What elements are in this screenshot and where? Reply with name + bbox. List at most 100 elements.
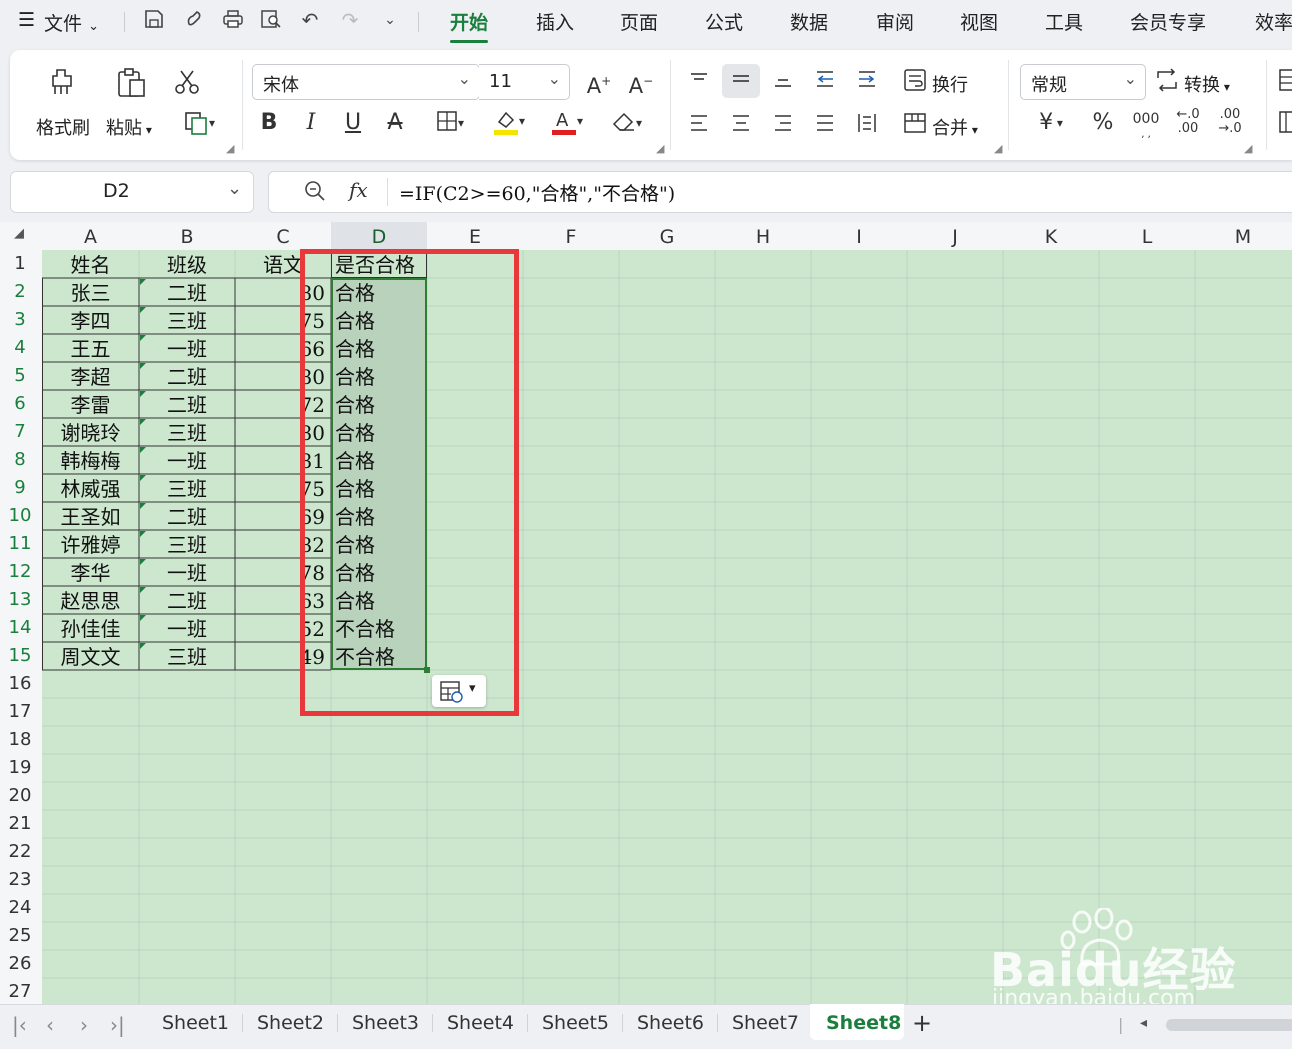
percent-icon[interactable]: %	[1090, 110, 1116, 136]
name-cell[interactable]: 周文文	[42, 642, 139, 670]
cut-icon[interactable]	[172, 68, 202, 103]
font-launcher-icon[interactable]: ◢	[656, 142, 664, 155]
format-painter-label[interactable]: 格式刷	[36, 114, 90, 140]
next-sheet-icon[interactable]: ›	[80, 1013, 88, 1037]
row-header-8[interactable]: 8	[0, 449, 40, 470]
sheet-tab-7[interactable]: Sheet7	[732, 1012, 799, 1034]
tab-9[interactable]: 效率	[1255, 8, 1292, 35]
row-header-7[interactable]: 7	[0, 421, 40, 442]
sheet-tab-4[interactable]: Sheet4	[447, 1012, 514, 1034]
first-sheet-icon[interactable]: |‹	[12, 1013, 27, 1037]
column-header-E[interactable]: E	[427, 222, 523, 250]
horizontal-scrollbar[interactable]	[1166, 1019, 1292, 1031]
column-header-D[interactable]: D	[331, 222, 427, 250]
print-preview-icon[interactable]	[259, 8, 283, 32]
font-name-select[interactable]: 宋体 ⌄	[252, 64, 480, 100]
class-cell[interactable]: 一班	[139, 334, 235, 362]
row-header-25[interactable]: 25	[0, 925, 40, 946]
column-header-C[interactable]: C	[235, 222, 331, 250]
decrease-decimal-icon[interactable]: .00 →.0	[1216, 108, 1244, 136]
name-cell[interactable]: 李雷	[42, 390, 139, 418]
font-color-icon[interactable]: A ▾	[544, 108, 590, 143]
column-header-A[interactable]: A	[42, 222, 139, 250]
convert-icon[interactable]	[1154, 68, 1180, 99]
row-header-15[interactable]: 15	[0, 645, 40, 666]
column-header-F[interactable]: F	[523, 222, 619, 250]
name-cell[interactable]: 张三	[42, 278, 139, 306]
tab-6[interactable]: 视图	[960, 8, 998, 35]
export-pdf-icon[interactable]	[182, 8, 206, 32]
header-cell-A[interactable]: 姓名	[42, 250, 139, 278]
row-header-10[interactable]: 10	[0, 505, 40, 526]
table-style-icon[interactable]	[1276, 110, 1292, 141]
scroll-left-icon[interactable]: ◂	[1140, 1015, 1147, 1031]
row-header-26[interactable]: 26	[0, 953, 40, 974]
format-painter-icon[interactable]	[46, 66, 80, 105]
select-all-icon[interactable]: ◢	[14, 226, 24, 241]
class-cell[interactable]: 二班	[139, 502, 235, 530]
wrap-text-icon[interactable]	[902, 68, 928, 99]
underline-icon[interactable]: U	[342, 110, 364, 136]
align-left-icon[interactable]	[688, 112, 710, 141]
increase-indent-icon[interactable]	[856, 68, 878, 97]
undo-icon[interactable]: ↶	[298, 8, 322, 32]
column-header-L[interactable]: L	[1099, 222, 1195, 250]
add-sheet-icon[interactable]: +	[912, 1009, 932, 1037]
column-header-G[interactable]: G	[619, 222, 715, 250]
name-cell[interactable]: 李超	[42, 362, 139, 390]
row-header-9[interactable]: 9	[0, 477, 40, 498]
row-header-2[interactable]: 2	[0, 281, 40, 302]
row-header-20[interactable]: 20	[0, 785, 40, 806]
file-menu[interactable]: 文件 ⌄	[44, 9, 99, 36]
name-cell[interactable]: 李华	[42, 558, 139, 586]
strikethrough-icon[interactable]: A	[384, 110, 406, 136]
class-cell[interactable]: 三班	[139, 474, 235, 502]
class-cell[interactable]: 二班	[139, 390, 235, 418]
font-size-select[interactable]: 11 ⌄	[479, 64, 570, 100]
class-cell[interactable]: 三班	[139, 306, 235, 334]
row-header-19[interactable]: 19	[0, 757, 40, 778]
align-right-icon[interactable]	[772, 112, 794, 141]
header-cell-B[interactable]: 班级	[139, 250, 235, 278]
sheet-tab-3[interactable]: Sheet3	[352, 1012, 419, 1034]
align-top-icon[interactable]	[688, 68, 710, 97]
name-cell[interactable]: 林威强	[42, 474, 139, 502]
convert-button[interactable]: 转换 ▾	[1184, 71, 1230, 97]
tab-4[interactable]: 数据	[790, 8, 828, 35]
tab-5[interactable]: 审阅	[876, 8, 914, 35]
row-header-17[interactable]: 17	[0, 701, 40, 722]
tab-3[interactable]: 公式	[705, 8, 743, 35]
row-header-14[interactable]: 14	[0, 617, 40, 638]
insert-function-icon[interactable]: fx	[349, 178, 368, 202]
name-cell[interactable]: 王圣如	[42, 502, 139, 530]
wrap-text-label[interactable]: 换行	[932, 71, 968, 97]
column-header-K[interactable]: K	[1003, 222, 1099, 250]
class-cell[interactable]: 三班	[139, 642, 235, 670]
row-header-18[interactable]: 18	[0, 729, 40, 750]
class-cell[interactable]: 二班	[139, 362, 235, 390]
class-cell[interactable]: 一班	[139, 558, 235, 586]
name-cell[interactable]: 许雅婷	[42, 530, 139, 558]
class-cell[interactable]: 一班	[139, 446, 235, 474]
name-box[interactable]: D2 ⌄	[10, 171, 254, 213]
name-cell[interactable]: 李四	[42, 306, 139, 334]
sheet-grid[interactable]: 姓名 班级 语文 张三 二班 80 李四 三班 75 王五 一班 66 李超 二班 80 李雷 二班 72 谢晓玲三…	[42, 250, 1292, 1004]
row-header-16[interactable]: 16	[0, 673, 40, 694]
row-header-6[interactable]: 6	[0, 393, 40, 414]
thousands-separator-icon[interactable]: 000 , ,	[1132, 106, 1160, 160]
align-center-icon[interactable]	[730, 112, 752, 141]
hamburger-menu-icon[interactable]: ☰	[18, 9, 35, 31]
number-launcher-icon[interactable]: ◢	[1244, 142, 1252, 155]
tab-0[interactable]: 开始	[450, 8, 489, 43]
last-sheet-icon[interactable]: ›|	[110, 1013, 125, 1037]
name-cell[interactable]: 谢晓玲	[42, 418, 139, 446]
row-header-21[interactable]: 21	[0, 813, 40, 834]
sheet-tab-8[interactable]: Sheet8	[826, 1012, 901, 1034]
sheet-tab-2[interactable]: Sheet2	[257, 1012, 324, 1034]
increase-decimal-icon[interactable]: ←.0.00	[1174, 108, 1202, 136]
column-header-I[interactable]: I	[811, 222, 907, 250]
column-header-J[interactable]: J	[907, 222, 1003, 250]
column-header-M[interactable]: M	[1195, 222, 1291, 250]
clipboard-launcher-icon[interactable]: ◢	[226, 142, 234, 155]
row-header-3[interactable]: 3	[0, 309, 40, 330]
